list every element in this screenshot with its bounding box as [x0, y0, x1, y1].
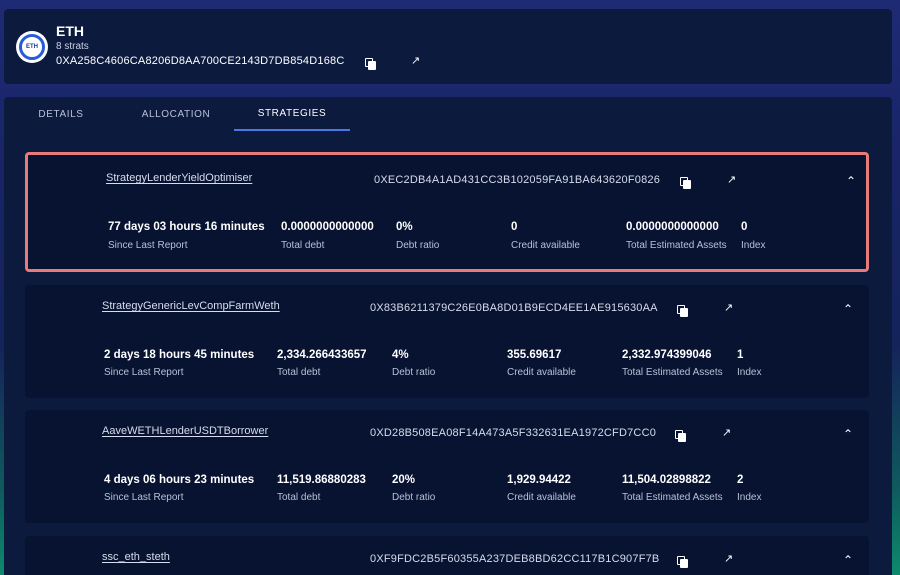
strategy-address: 0XEC2DB4A1AD431CC3B102059FA91BA643620F08… [374, 174, 661, 186]
metric-debt-ratio-label: Debt ratio [396, 240, 440, 251]
metric-debt-ratio-value: 20% [392, 474, 416, 486]
metric-credit-available-value: 0 [511, 221, 518, 233]
metric-total-debt-label: Total debt [277, 492, 321, 503]
vault-name: ETH [56, 23, 84, 39]
chevron-up-icon[interactable]: ⌃ [843, 554, 853, 566]
metric-total-debt-label: Total debt [277, 367, 321, 378]
metric-since-last-report-label: Since Last Report [104, 367, 184, 378]
copy-icon[interactable] [677, 556, 688, 568]
metric-credit-available-label: Credit available [507, 492, 576, 503]
metric-total-debt-value: 2,334.266433657 [277, 349, 367, 361]
strategy-name-link[interactable]: AaveWETHLenderUSDTBorrower [102, 425, 268, 437]
metric-index-label: Index [741, 240, 766, 251]
metric-index-label: Index [737, 367, 762, 378]
strategy-card: ssc_eth_steth 0XF9FDC2B5F60355A237DEB8BD… [25, 536, 869, 575]
strategy-address: 0X83B6211379C26E0BA8D01B9ECD4EE1AE915630… [370, 302, 658, 314]
metric-debt-ratio-value: 0% [396, 221, 413, 233]
copy-icon[interactable] [365, 58, 376, 70]
metric-index-value: 1 [737, 349, 744, 361]
metric-index-label: Index [737, 492, 762, 503]
external-link-icon[interactable]: ↗ [724, 303, 733, 314]
metric-total-estimated-assets-label: Total Estimated Assets [622, 492, 723, 503]
tab-allocation[interactable]: ALLOCATION [118, 97, 234, 131]
strategy-name-link[interactable]: StrategyGenericLevCompFarmWeth [102, 300, 280, 312]
external-link-icon[interactable]: ↗ [724, 554, 733, 565]
eth-logo-text: ETH [19, 34, 45, 60]
chevron-up-icon[interactable]: ⌃ [843, 428, 853, 440]
chevron-up-icon[interactable]: ⌃ [846, 175, 856, 187]
metric-since-last-report-value: 2 days 18 hours 45 minutes [104, 349, 255, 361]
copy-icon[interactable] [680, 177, 691, 189]
metric-debt-ratio-label: Debt ratio [392, 492, 436, 503]
metric-since-last-report-value: 77 days 03 hours 16 minutes [108, 221, 265, 233]
metric-credit-available-value: 355.69617 [507, 349, 562, 361]
metric-since-last-report-label: Since Last Report [108, 240, 188, 251]
metric-since-last-report-value: 4 days 06 hours 23 minutes [104, 474, 255, 486]
metric-index-value: 0 [741, 221, 748, 233]
metric-credit-available-label: Credit available [507, 367, 576, 378]
metric-total-estimated-assets-value: 0.0000000000000 [626, 221, 719, 233]
tab-details[interactable]: DETAILS [4, 97, 118, 131]
vault-address: 0XA258C4606CA8206D8AA700CE2143D7DB854D16… [56, 55, 345, 67]
metric-total-debt-value: 0.0000000000000 [281, 221, 374, 233]
vault-header: ETH ETH 8 strats 0XA258C4606CA8206D8AA70… [4, 9, 892, 84]
strategy-name-link[interactable]: ssc_eth_steth [102, 551, 170, 563]
metric-total-debt-value: 11,519.86880283 [277, 474, 366, 486]
metric-total-estimated-assets-label: Total Estimated Assets [622, 367, 723, 378]
metric-since-last-report-label: Since Last Report [104, 492, 184, 503]
external-link-icon[interactable]: ↗ [411, 56, 420, 67]
metric-total-debt-label: Total debt [281, 240, 325, 251]
tab-bar: DETAILS ALLOCATION STRATEGIES [4, 97, 892, 133]
external-link-icon[interactable]: ↗ [722, 428, 731, 439]
metric-credit-available-value: 1,929.94422 [507, 474, 571, 486]
chevron-up-icon[interactable]: ⌃ [843, 303, 853, 315]
tab-strategies[interactable]: STRATEGIES [234, 97, 350, 131]
copy-icon[interactable] [675, 430, 686, 442]
metric-total-estimated-assets-value: 2,332.974399046 [622, 349, 712, 361]
strategy-card: AaveWETHLenderUSDTBorrower 0XD28B508EA08… [25, 410, 869, 523]
copy-icon[interactable] [677, 305, 688, 317]
strategy-card: StrategyGenericLevCompFarmWeth 0X83B6211… [25, 285, 869, 398]
metric-index-value: 2 [737, 474, 744, 486]
metric-total-estimated-assets-label: Total Estimated Assets [626, 240, 727, 251]
metric-credit-available-label: Credit available [511, 240, 580, 251]
strategy-address: 0XF9FDC2B5F60355A237DEB8BD62CC117B1C907F… [370, 553, 660, 565]
vault-strats-count: 8 strats [56, 41, 89, 52]
strategy-name-link[interactable]: StrategyLenderYieldOptimiser [106, 172, 252, 184]
strategy-address: 0XD28B508EA08F14A473A5F332631EA1972CFD7C… [370, 427, 657, 439]
metric-debt-ratio-value: 4% [392, 349, 409, 361]
metric-debt-ratio-label: Debt ratio [392, 367, 436, 378]
metric-total-estimated-assets-value: 11,504.02898822 [622, 474, 711, 486]
eth-logo-icon: ETH [16, 31, 48, 63]
strategy-card: StrategyLenderYieldOptimiser 0XEC2DB4A1A… [25, 152, 869, 272]
external-link-icon[interactable]: ↗ [727, 175, 736, 186]
